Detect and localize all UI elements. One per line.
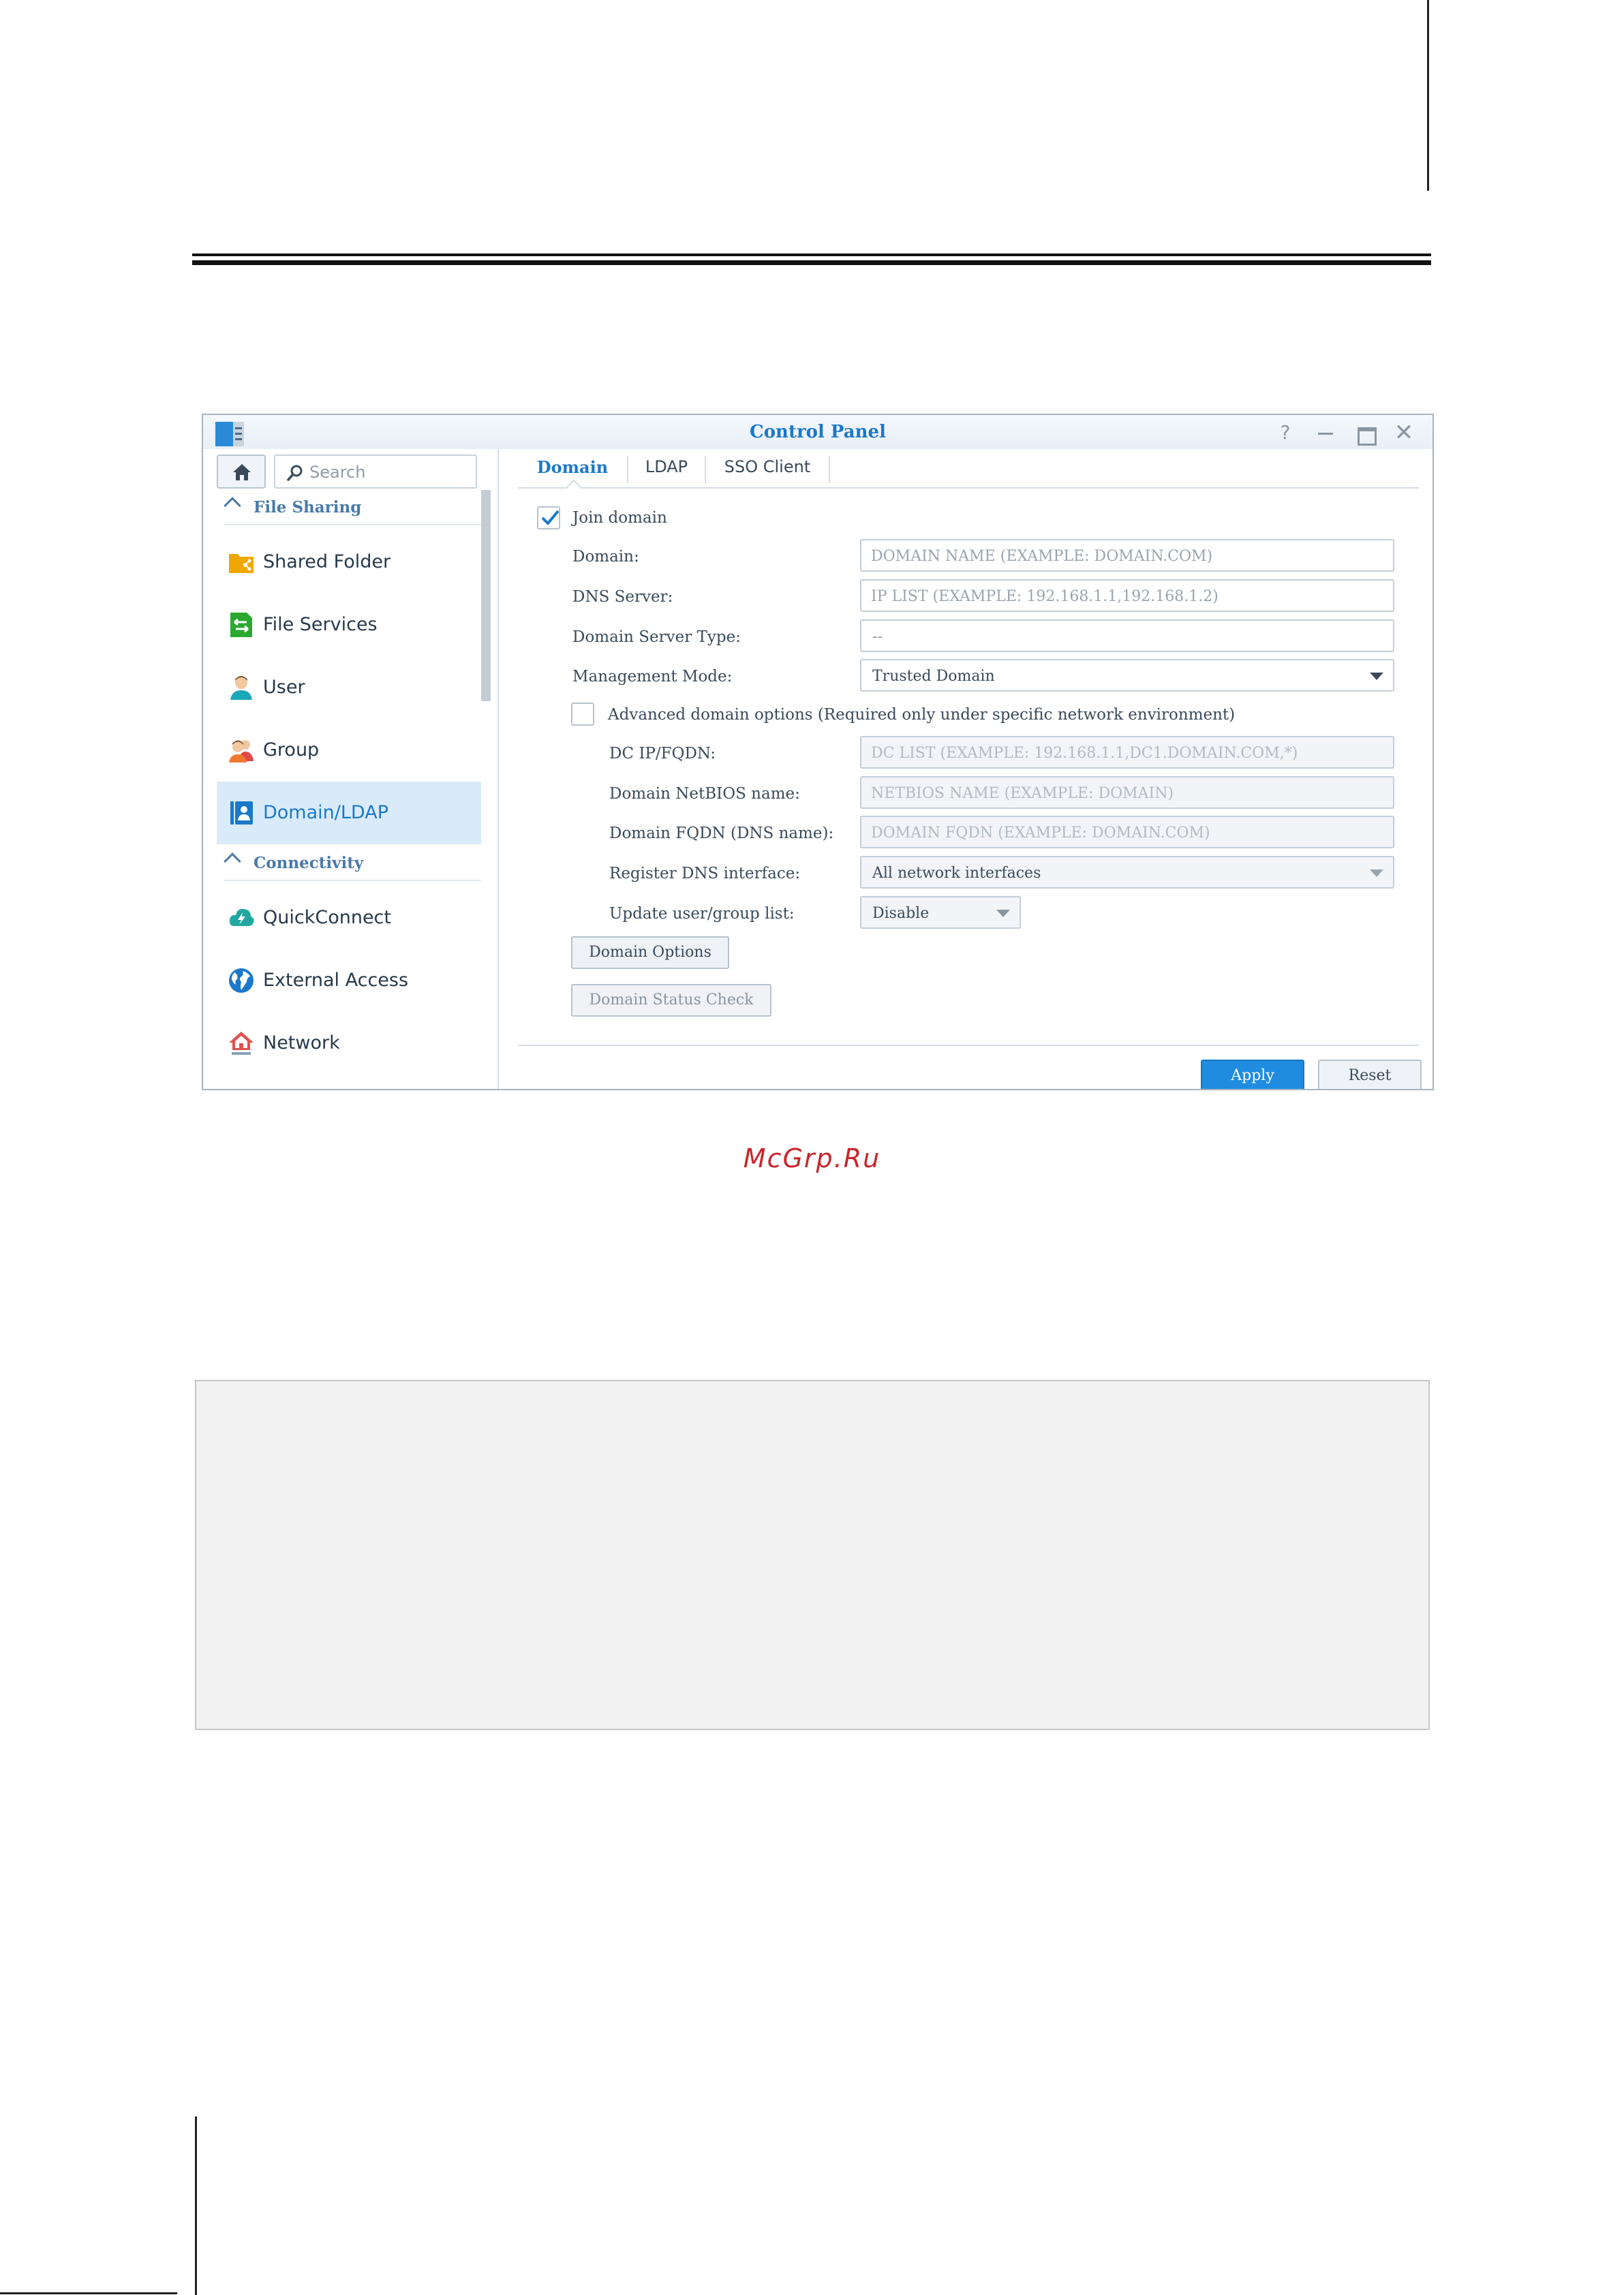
management-mode-label: Management Mode:: [572, 668, 733, 686]
dc-ip-input[interactable]: [871, 743, 1375, 763]
dns-server-field[interactable]: [860, 579, 1394, 612]
external-access-icon: [229, 968, 254, 993]
network-icon: [229, 1032, 254, 1055]
search-icon: [287, 465, 303, 481]
chevron-up-icon: [224, 497, 241, 514]
fqdn-label: Domain FQDN (DNS name):: [609, 825, 834, 842]
page-footer-rule: [0, 2292, 177, 2294]
home-button[interactable]: [217, 455, 266, 489]
sidebar-item-shared-folder[interactable]: Shared Folder: [217, 531, 481, 594]
minimize-icon[interactable]: [1310, 419, 1340, 446]
update-list-label: Update user/group list:: [609, 905, 795, 923]
reset-button[interactable]: Reset: [1318, 1060, 1422, 1089]
section-connectivity[interactable]: Connectivity: [224, 846, 481, 881]
title-bar: Control Panel ? ✕: [203, 415, 1433, 449]
domain-status-check-button[interactable]: Domain Status Check: [571, 984, 771, 1017]
footer-divider: [518, 1045, 1419, 1046]
help-icon[interactable]: ?: [1270, 419, 1300, 446]
chevron-up-icon: [224, 852, 241, 870]
chevron-down-icon: [1370, 869, 1383, 877]
dns-server-input[interactable]: [871, 586, 1375, 606]
register-dns-label: Register DNS interface:: [609, 865, 801, 882]
domain-server-type-field: --: [860, 619, 1394, 652]
sidebar-item-label: Domain/LDAP: [263, 802, 388, 823]
tab-bar: Domain LDAP SSO Client: [518, 450, 1419, 495]
checkmark-icon: [541, 510, 560, 525]
netbios-label: Domain NetBIOS name:: [609, 785, 800, 803]
dns-server-label: DNS Server:: [572, 588, 673, 606]
user-icon: [230, 676, 252, 700]
sidebar-item-user[interactable]: User: [217, 656, 481, 719]
netbios-field[interactable]: [860, 776, 1394, 809]
sidebar-item-label: Network: [263, 1032, 340, 1053]
sidebar-item-label: QuickConnect: [263, 907, 391, 928]
domain-field[interactable]: [860, 539, 1394, 572]
search-input[interactable]: [309, 461, 466, 483]
chevron-down-icon: [996, 910, 1010, 917]
page-header-rule-thick: [192, 260, 1431, 265]
sidebar-scrollbar[interactable]: [481, 490, 491, 701]
sidebar: File Sharing Shared Folder File Services: [203, 449, 499, 1089]
sidebar-item-quickconnect[interactable]: QuickConnect: [217, 887, 481, 949]
management-mode-select[interactable]: Trusted Domain: [860, 659, 1394, 692]
maximize-icon[interactable]: [1349, 419, 1379, 446]
fqdn-field[interactable]: [860, 816, 1394, 848]
netbios-input[interactable]: [871, 783, 1375, 803]
quickconnect-icon: [229, 908, 254, 926]
update-list-select[interactable]: Disable: [860, 896, 1021, 929]
sidebar-item-network[interactable]: Network: [217, 1012, 481, 1075]
sidebar-item-label: User: [263, 677, 305, 698]
search-box[interactable]: [274, 455, 477, 489]
domain-input[interactable]: [871, 546, 1375, 566]
sidebar-item-group[interactable]: Group: [217, 719, 481, 782]
watermark-text: McGrp.Ru: [743, 1143, 881, 1173]
shared-folder-icon: [229, 554, 254, 573]
domain-server-type-value: --: [872, 628, 883, 645]
sidebar-item-label: External Access: [263, 970, 409, 991]
tab-sso-client[interactable]: SSO Client: [706, 457, 829, 484]
apply-button[interactable]: Apply: [1201, 1060, 1304, 1089]
dc-ip-field[interactable]: [860, 736, 1394, 769]
join-domain-checkbox[interactable]: [537, 506, 560, 529]
register-dns-select[interactable]: All network interfaces: [860, 856, 1394, 889]
sidebar-item-domain-ldap[interactable]: Domain/LDAP: [217, 782, 481, 844]
advanced-options-label: Advanced domain options (Required only u…: [608, 706, 1236, 724]
domain-label: Domain:: [572, 548, 639, 566]
section-file-sharing[interactable]: File Sharing: [224, 490, 481, 525]
domain-options-button[interactable]: Domain Options: [571, 936, 729, 969]
tab-ldap[interactable]: LDAP: [628, 457, 705, 484]
tab-separator: [829, 456, 830, 483]
page-vertical-rule-top: [1427, 0, 1429, 191]
advanced-options-checkbox[interactable]: [571, 703, 594, 726]
home-icon: [233, 464, 251, 480]
register-dns-value: All network interfaces: [872, 865, 1041, 882]
sidebar-item-external-access[interactable]: External Access: [217, 949, 481, 1012]
sidebar-item-label: File Services: [263, 614, 378, 635]
domain-server-type-label: Domain Server Type:: [572, 628, 741, 646]
fqdn-input[interactable]: [871, 822, 1375, 843]
join-domain-label: Join domain: [572, 509, 667, 527]
group-icon: [229, 740, 254, 763]
page-vertical-rule-bottom: [195, 2116, 197, 2295]
window-title: Control Panel: [750, 422, 886, 442]
close-icon[interactable]: ✕: [1389, 419, 1419, 446]
dc-ip-label: DC IP/FQDN:: [609, 745, 716, 763]
control-panel-window: Control Panel ? ✕ File Sharing: [202, 414, 1434, 1090]
sidebar-item-label: Group: [263, 739, 320, 760]
update-list-value: Disable: [872, 905, 930, 922]
page-header-rule: [192, 253, 1431, 256]
sidebar-item-file-services[interactable]: File Services: [217, 594, 481, 656]
chevron-down-icon: [1370, 673, 1383, 680]
sidebar-item-label: Shared Folder: [263, 551, 391, 572]
management-mode-value: Trusted Domain: [872, 668, 995, 685]
note-box: [195, 1380, 1430, 1730]
file-services-icon: [230, 613, 252, 637]
domain-ldap-icon: [230, 801, 253, 825]
